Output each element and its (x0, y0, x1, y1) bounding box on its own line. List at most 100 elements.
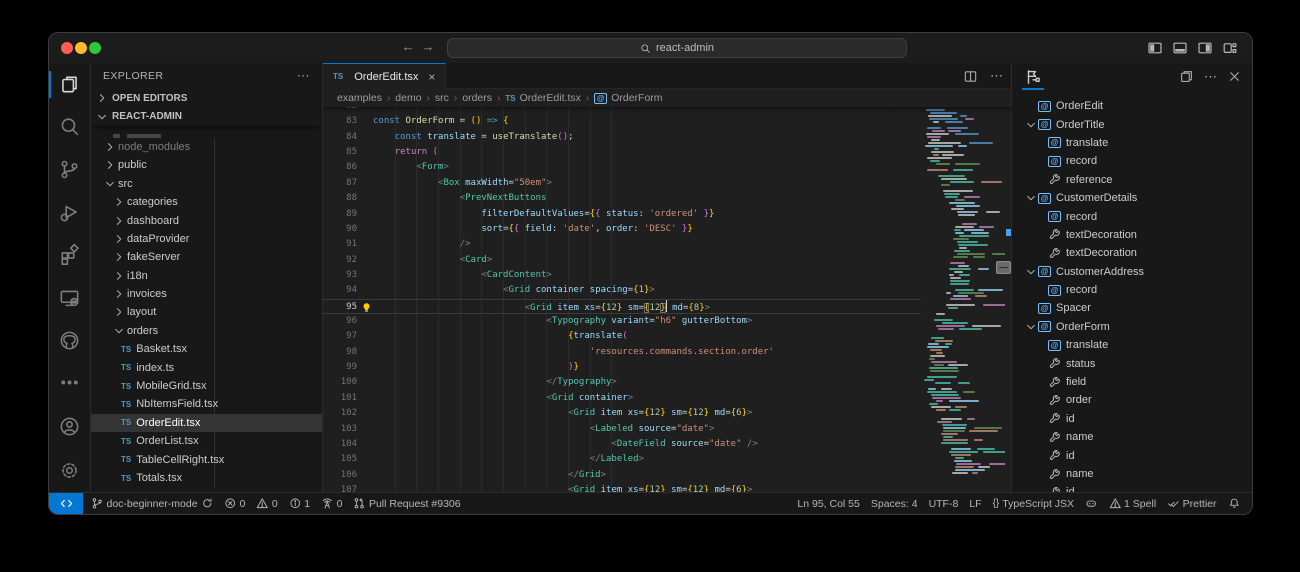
split-editor-icon[interactable] (963, 69, 978, 84)
outline-item-ordertitle[interactable]: @OrderTitle (1012, 115, 1252, 133)
outline-item-status[interactable]: status (1012, 354, 1252, 372)
outline-item-id[interactable]: id (1012, 446, 1252, 464)
code-line[interactable]: 97 {translate( (323, 329, 921, 344)
activity-item-search[interactable] (49, 106, 91, 149)
remote-indicator[interactable] (49, 493, 83, 515)
code-line[interactable]: 99 )} (323, 360, 921, 375)
code-line[interactable]: 92 <Card> (323, 253, 921, 268)
tree-item-orderedit-tsx[interactable]: TSOrderEdit.tsx (91, 414, 322, 432)
toggle-left-sidebar-icon[interactable] (1147, 40, 1163, 56)
code-line[interactable]: 106 </Grid> (323, 468, 921, 483)
breadcrumb-item-orders[interactable]: orders (462, 92, 492, 104)
code-line[interactable]: 96 <Typography variant="h6" gutterBottom… (323, 314, 921, 329)
tab-close-icon[interactable]: × (428, 70, 435, 84)
spell-checker[interactable]: 1 Spell (1109, 497, 1157, 510)
code-line[interactable]: 100 </Typography> (323, 375, 921, 390)
customize-layout-icon[interactable] (1222, 40, 1238, 56)
tree-item-totals-tsx[interactable]: TSTotals.tsx (91, 469, 322, 487)
language-mode[interactable]: {}TypeScript JSX (993, 498, 1074, 510)
zoom-window-button[interactable] (89, 42, 101, 54)
back-button[interactable]: ← (399, 39, 417, 54)
cursor-position[interactable]: Ln 95, Col 55 (797, 498, 859, 510)
activity-item-account[interactable] (49, 404, 91, 448)
pull-request-indicator[interactable]: Pull Request #9306 (353, 497, 460, 510)
activity-item-extensions[interactable] (49, 234, 91, 277)
open-editors-section[interactable]: OPEN EDITORS (91, 89, 322, 107)
code-line[interactable]: 86 <Form> (323, 160, 921, 175)
outline-item-translate[interactable]: @translate (1012, 134, 1252, 152)
warning-count[interactable]: 0 (256, 497, 277, 510)
outline-item-textdecoration[interactable]: textDecoration (1012, 226, 1252, 244)
code-line[interactable]: 104 <DateField source="date" /> (323, 437, 921, 452)
tab-orderedit[interactable]: TS OrderEdit.tsx × (323, 63, 446, 89)
ports-indicator[interactable]: 0 (321, 497, 342, 510)
outline-item-id[interactable]: id (1012, 410, 1252, 428)
activity-item-remote-explorer[interactable] (49, 276, 91, 319)
tree-item-nbitemsfield-tsx[interactable]: TSNbItemsField.tsx (91, 395, 322, 413)
explorer-more-actions-icon[interactable]: ⋯ (297, 68, 310, 84)
code-line[interactable]: 89 filterDefaultValues={{ status: 'order… (323, 207, 921, 222)
branch-indicator[interactable]: doc-beginner-mode (91, 497, 213, 510)
outline-item-record[interactable]: @record (1012, 207, 1252, 225)
activity-item-settings[interactable] (49, 448, 91, 492)
tree-item-i18n[interactable]: i18n (91, 267, 322, 285)
code-line[interactable]: 85 return ( (323, 145, 921, 160)
code-line[interactable]: 90 sort={{ field: 'date', order: 'DESC' … (323, 222, 921, 237)
code-line[interactable]: 107 <Grid item xs={12} sm={12} md={6}> (323, 483, 921, 492)
code-line[interactable]: 95 <Grid item xs={12} sm={12} md={8}> (323, 299, 921, 314)
command-center-search[interactable]: react-admin (447, 38, 907, 58)
editor-more-actions-icon[interactable]: ⋯ (990, 68, 1003, 84)
tree-item-layout[interactable]: layout (91, 303, 322, 321)
outline-item-field[interactable]: field (1012, 373, 1252, 391)
breadcrumb-item-demo[interactable]: demo (395, 92, 421, 104)
outline-item-orderform[interactable]: @OrderForm (1012, 318, 1252, 336)
outline-item-textdecoration[interactable]: textDecoration (1012, 244, 1252, 262)
code-line[interactable]: 82 (323, 107, 921, 114)
notifications[interactable] (1228, 497, 1241, 510)
outline-item-customerdetails[interactable]: @CustomerDetails (1012, 189, 1252, 207)
toggle-right-sidebar-icon[interactable] (1197, 40, 1213, 56)
sash-drag-handle[interactable] (996, 261, 1011, 274)
code-line[interactable]: 94 <Grid container spacing={1}> (323, 283, 921, 298)
code-line[interactable]: 103 <Labeled source="date"> (323, 422, 921, 437)
tree-item-invoices[interactable]: invoices (91, 285, 322, 303)
activity-item-more[interactable] (49, 361, 91, 404)
outline-item-record[interactable]: @record (1012, 152, 1252, 170)
encoding[interactable]: UTF-8 (929, 498, 959, 510)
tree-item-dashboard[interactable]: dashboard (91, 211, 322, 229)
tree-item-tablecellright-tsx[interactable]: TSTableCellRight.tsx (91, 450, 322, 468)
breadcrumb-item-orderform[interactable]: @OrderForm (594, 92, 662, 104)
activity-item-run-debug[interactable] (49, 191, 91, 234)
copilot-status[interactable] (1085, 497, 1098, 510)
outline-view-icon[interactable] (1024, 68, 1042, 86)
outline-item-translate[interactable]: @translate (1012, 336, 1252, 354)
tree-item-dataprovider[interactable]: dataProvider (91, 230, 322, 248)
tree-item-orderlist-tsx[interactable]: TSOrderList.tsx (91, 432, 322, 450)
breadcrumb-item-src[interactable]: src (435, 92, 449, 104)
outline-item-name[interactable]: name (1012, 465, 1252, 483)
tree-item-index-ts[interactable]: TSindex.ts (91, 358, 322, 376)
forward-button[interactable]: → (419, 39, 437, 54)
panel-close-icon[interactable] (1227, 69, 1242, 84)
minimize-window-button[interactable] (75, 42, 87, 54)
minimap[interactable] (921, 107, 1005, 492)
error-count[interactable]: 0 (224, 497, 245, 510)
outline-item-customeraddress[interactable]: @CustomerAddress (1012, 263, 1252, 281)
outline-item-reference[interactable]: reference (1012, 171, 1252, 189)
breadcrumb-item-orderedit-tsx[interactable]: TSOrderEdit.tsx (505, 92, 581, 104)
eol[interactable]: LF (969, 498, 981, 510)
activity-item-github[interactable] (49, 319, 91, 362)
code-line[interactable]: 88 <PrevNextButtons (323, 191, 921, 206)
tree-item-mobilegrid-tsx[interactable]: TSMobileGrid.tsx (91, 377, 322, 395)
tree-item-src[interactable]: src (91, 175, 322, 193)
code-line[interactable]: 98 'resources.commands.section.order' (323, 345, 921, 360)
code-line[interactable]: 83const OrderForm = () => { (323, 114, 921, 129)
tree-item-fakeserver[interactable]: fakeServer (91, 248, 322, 266)
breadcrumb-item-examples[interactable]: examples (337, 92, 382, 104)
tree-item-node-modules[interactable]: node_modules (91, 138, 322, 156)
close-window-button[interactable] (61, 42, 73, 54)
code-line[interactable]: 101 <Grid container> (323, 391, 921, 406)
tree-item-orders[interactable]: orders (91, 322, 322, 340)
tree-item-public[interactable]: public (91, 156, 322, 174)
toggle-panel-icon[interactable] (1172, 40, 1188, 56)
